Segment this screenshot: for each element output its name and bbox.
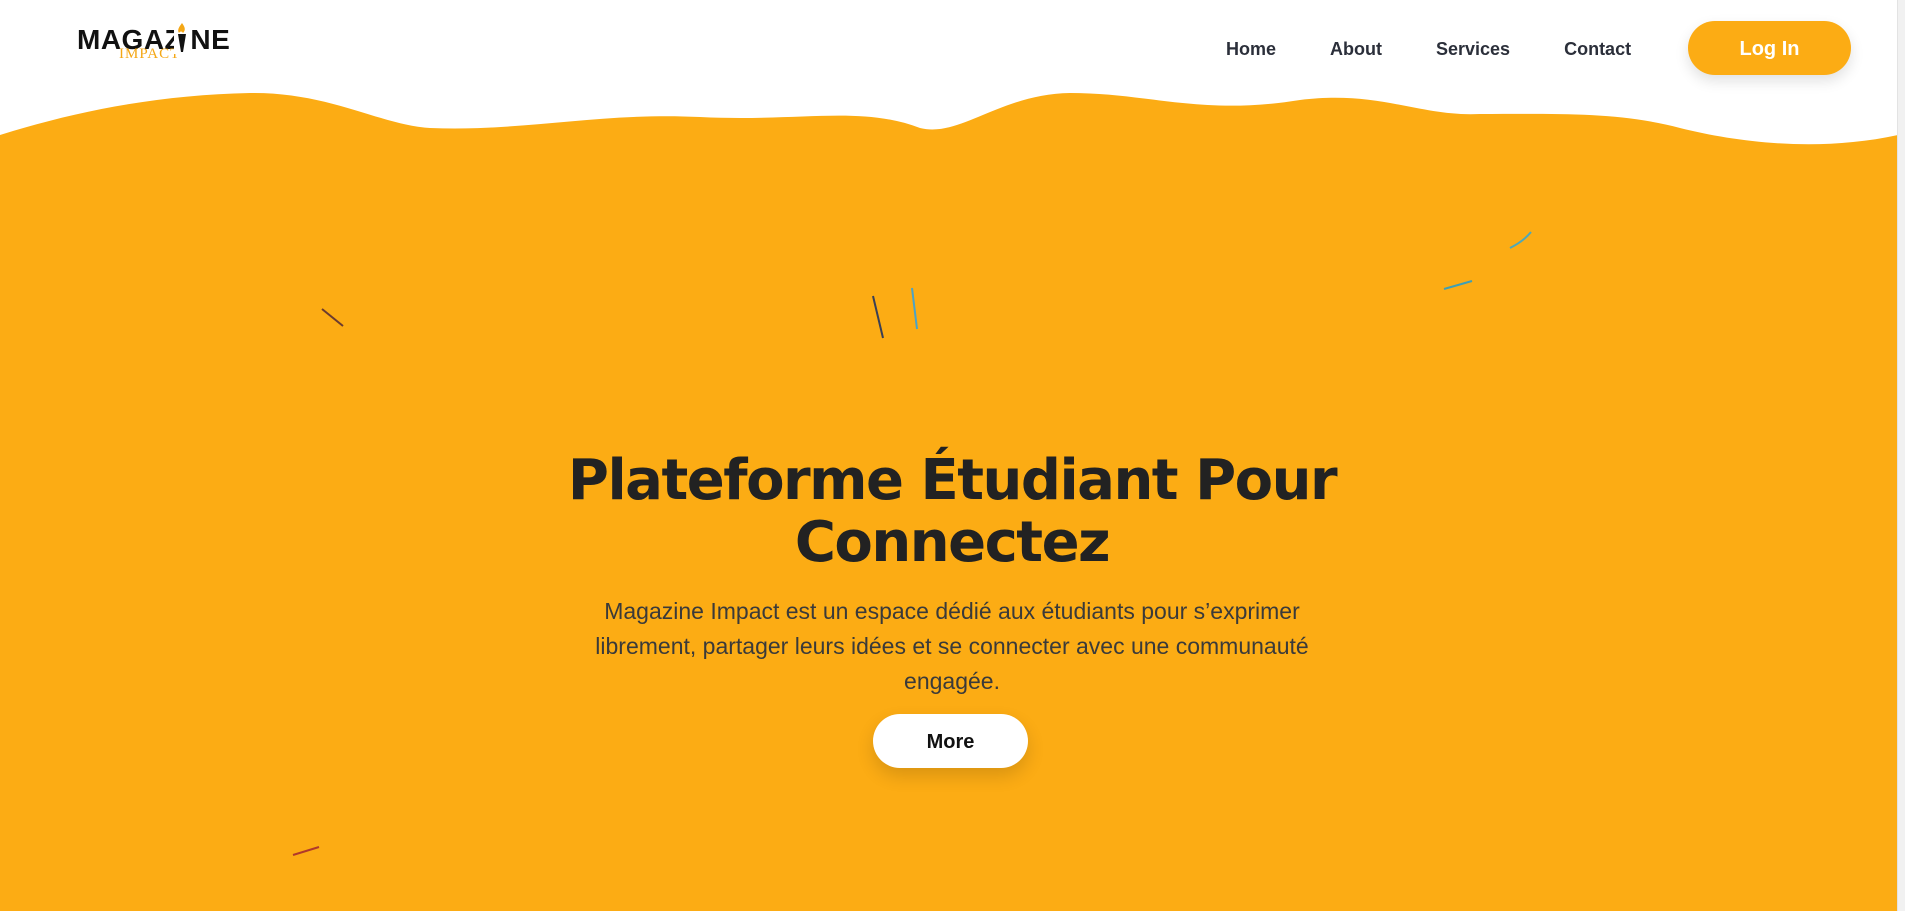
page: MAGAZINE IMPACT Home About Services Cont… [0,0,1905,911]
main-nav: Home About Services Contact [1226,38,1685,60]
scrollbar[interactable] [1897,0,1905,911]
login-button[interactable]: Log In [1688,21,1851,75]
nav-link-home[interactable]: Home [1226,38,1276,60]
logo[interactable]: MAGAZINE IMPACT [77,22,230,68]
more-button[interactable]: More [873,714,1028,768]
hero-title: Plateforme Étudiant Pour Connectez [567,448,1338,575]
nav-link-contact[interactable]: Contact [1564,38,1631,60]
torch-icon [174,23,190,54]
nav-link-about[interactable]: About [1330,38,1382,60]
logo-subtitle: IMPACT [119,46,181,62]
hero-description: Magazine Impact est un espace dédié aux … [595,598,1309,694]
nav-link-services[interactable]: Services [1436,38,1510,60]
